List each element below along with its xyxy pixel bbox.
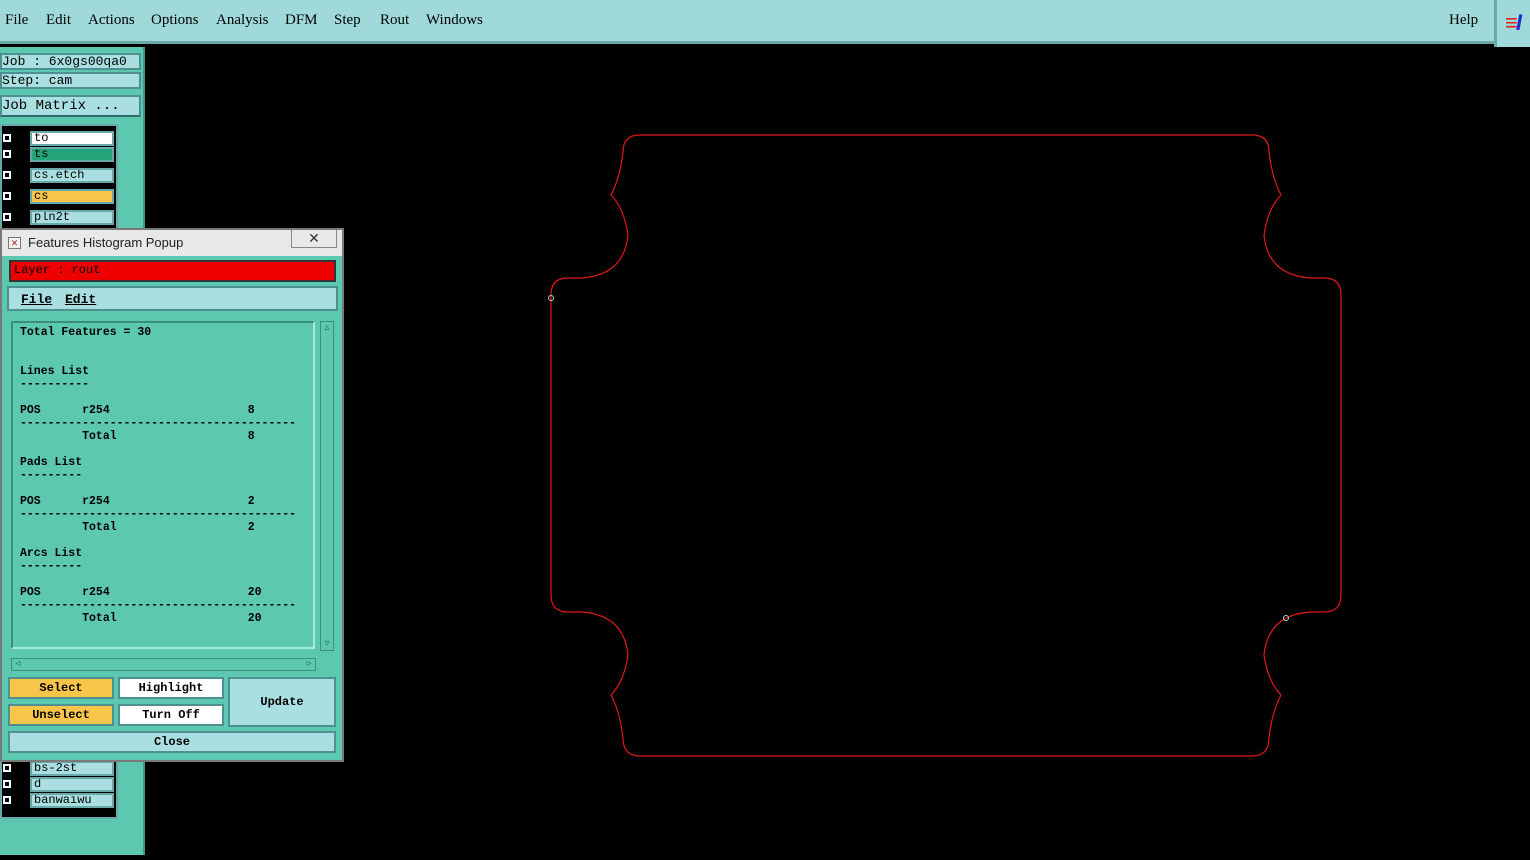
layer-row[interactable]: to [2,131,116,147]
histogram-line: Lines List [20,365,90,378]
app-logo: ≡I [1494,0,1530,47]
window-icon: ✕ [8,237,21,249]
histogram-text-area[interactable]: Total Features = 30 Lines List ---------- P… [11,321,315,649]
popup-titlebar[interactable]: ✕ Features Histogram Popup ✕ [2,230,342,256]
main-menubar: File Edit Actions Options Analysis DFM S… [0,0,1530,44]
layer-name[interactable]: pln2t [30,210,114,225]
histogram-line: ---------- [20,378,90,391]
horizontal-scrollbar[interactable]: ◃ ▹ [11,658,316,671]
histogram-line: ---------------------------------------- [20,417,297,430]
job-matrix-button[interactable]: Job Matrix ... [0,95,141,117]
layer-checkbox[interactable] [3,134,11,142]
layer-checkbox[interactable] [3,764,11,772]
histogram-line: ---------------------------------------- [20,599,297,612]
layer-checkbox[interactable] [3,192,11,200]
histogram-line: POS r254 2 [20,495,255,508]
histogram-line: POS r254 20 [20,586,262,599]
layer-checkbox[interactable] [3,780,11,788]
step-label: Step: cam [0,72,141,89]
scroll-left-icon[interactable]: ◃ [12,658,24,670]
layer-checkbox[interactable] [3,213,11,221]
layer-checkbox[interactable] [3,796,11,804]
menu-step[interactable]: Step [334,12,361,29]
highlight-button[interactable]: Highlight [118,677,224,699]
layer-name[interactable]: bs-2st [30,761,114,776]
menu-actions[interactable]: Actions [88,12,135,29]
layer-row[interactable]: d [2,777,116,793]
histogram-line: --------- [20,560,83,573]
histogram-line: Arcs List [20,547,83,560]
histogram-line: POS r254 8 [20,404,255,417]
histogram-line: Total 2 [20,521,255,534]
window-close-button[interactable]: ✕ [291,230,337,248]
popup-title: Features Histogram Popup [28,235,184,250]
popup-menubar: File Edit [7,286,338,311]
menu-options[interactable]: Options [151,12,199,29]
features-histogram-popup: ✕ Features Histogram Popup ✕ Layer : rou… [0,228,344,762]
histogram-line: Pads List [20,456,83,469]
layer-row[interactable]: ts [2,147,116,163]
scroll-up-icon[interactable]: ▵ [322,322,332,334]
select-button[interactable]: Select [8,677,114,699]
histogram-line: --------- [20,469,83,482]
layer-name[interactable]: cs [30,189,114,204]
graphic-canvas[interactable] [145,47,1530,855]
layer-row[interactable]: pln2t [2,210,116,226]
menu-help[interactable]: Help [1449,12,1478,29]
job-label: Job : 6x0gs00qa0 [0,53,141,70]
layer-row[interactable]: bs-2st [2,761,116,777]
layer-row[interactable]: cs [2,189,116,205]
layer-label: Layer : rout [9,260,336,282]
layer-checkbox[interactable] [3,150,11,158]
layer-name[interactable]: cs.etch [30,168,114,183]
board-outline-drawing [548,134,1342,757]
scroll-down-icon[interactable]: ▿ [322,638,332,650]
histogram-line: Total Features = 30 [20,326,152,339]
scroll-right-icon[interactable]: ▹ [303,658,315,670]
layer-row[interactable]: cs.etch [2,168,116,184]
layer-name[interactable]: ts [30,147,114,162]
update-button[interactable]: Update [228,677,336,727]
unselect-button[interactable]: Unselect [8,704,114,726]
menu-file[interactable]: File [5,12,28,29]
popup-menu-edit[interactable]: Edit [65,292,96,307]
vertical-scrollbar[interactable]: ▵ ▿ [320,321,334,651]
menu-analysis[interactable]: Analysis [216,12,269,29]
histogram-line: Total 8 [20,430,255,443]
menu-edit[interactable]: Edit [46,12,71,29]
layer-row[interactable]: banwaiwu [2,793,116,809]
logo-icon: ≡I [1505,10,1522,35]
histogram-line: ---------------------------------------- [20,508,297,521]
popup-menu-file[interactable]: File [21,292,52,307]
layer-name[interactable]: banwaiwu [30,793,114,808]
layer-name[interactable]: to [30,131,114,146]
close-button[interactable]: Close [8,731,336,753]
menu-windows[interactable]: Windows [426,12,483,29]
layer-checkbox[interactable] [3,171,11,179]
rout-outline [550,134,1342,757]
turn-off-button[interactable]: Turn Off [118,704,224,726]
histogram-line: Total 20 [20,612,262,625]
menu-rout[interactable]: Rout [380,12,409,29]
layer-name[interactable]: d [30,777,114,792]
menu-dfm[interactable]: DFM [285,12,318,29]
